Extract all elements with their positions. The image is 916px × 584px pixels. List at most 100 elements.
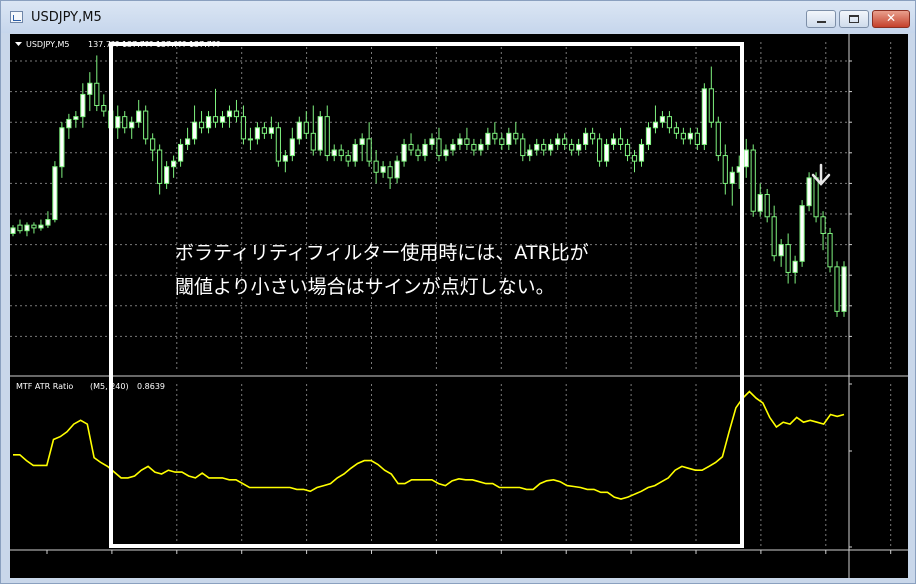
candle-body [701,88,707,145]
candle-body [694,132,700,145]
candle-body [401,143,407,162]
annotation-line-1: ボラティリティフィルター使用時には、ATR比が [175,242,589,264]
candle-body [785,244,791,273]
candle-body [778,244,784,257]
candle-body [513,132,519,140]
candle-body [17,224,23,232]
candle-body [429,138,435,145]
candle-body [806,177,812,207]
title-bar[interactable]: USDJPY,M5 [1,1,915,33]
candle-body [820,216,826,234]
chart-area[interactable]: USDJPY,M5 137.7?? 137.7?? 137.??? 137.7?… [10,34,908,578]
candle-body [652,121,659,129]
candle-body [666,116,673,129]
candle-body [352,143,358,162]
candle-body [631,155,638,162]
candle-body [722,155,728,184]
minimize-button[interactable] [806,10,836,28]
candle-body [569,143,575,151]
candle-body [541,143,547,151]
candle-body [10,227,16,234]
candle-body [603,143,610,162]
candle-body [178,143,184,162]
candle-body [422,143,428,157]
candle-body [310,132,316,151]
candle-body [31,224,37,229]
candle-body [757,194,763,212]
candle-body [317,116,323,151]
candle-body [80,93,86,118]
candle-body [122,116,128,129]
candle-body [191,121,198,140]
candle-body [478,143,484,151]
candle-body [87,82,93,95]
candle-body [680,132,686,140]
triangle-down-icon[interactable] [15,42,22,46]
candle-body [373,160,379,173]
candle-body [408,143,414,151]
candle-body [380,166,386,173]
candle-body [520,138,526,157]
candle-body [150,138,156,151]
main-header-symbol: USDJPY,M5 [26,40,70,49]
candle-body [101,105,107,112]
candle-body [303,121,309,134]
candle-body [282,155,288,162]
candle-body [212,116,219,123]
candle-body [289,138,295,157]
candle-body [645,127,652,145]
candle-body [708,88,714,123]
candle-body [471,143,477,151]
candle-body [813,177,819,218]
terminal-window: USDJPY,M5 USDJPY,M5 137.7?? 137.7?? 137.… [0,0,916,584]
candle-body [331,149,337,157]
chart-window-icon [10,11,23,23]
candle-body [233,110,240,118]
candle-body [841,266,847,312]
candle-body [143,110,149,140]
candle-body [527,149,533,157]
candle-body [436,138,442,157]
candle-body [268,127,274,134]
indicator-header-value: 0.8639 [137,382,165,391]
candle-body [338,149,344,157]
candle-body [359,138,365,145]
candle-body [164,166,170,184]
candle-body [129,121,135,129]
candle-body [743,149,749,168]
candle-body [94,82,100,107]
candle-body [24,224,30,232]
candle-body [499,138,505,145]
candle-body [115,116,121,129]
candle-body [492,132,498,140]
candle-body [687,132,693,140]
candle-body [764,194,770,218]
candle-body [485,132,491,145]
candle-body [366,138,372,162]
candle-body [136,110,142,123]
candle-body [324,116,330,157]
close-button[interactable] [872,10,910,28]
candle-body [261,127,267,134]
candle-body [799,205,805,262]
candle-body [596,138,603,162]
candle-body [443,149,449,157]
candle-body [240,116,247,140]
atr-ratio-line [13,390,845,500]
candle-body [247,138,254,141]
candle-body [750,149,756,212]
candle-body [464,138,470,145]
candle-body [45,219,51,226]
window-title: USDJPY,M5 [31,10,102,25]
candle-body [275,127,281,162]
candle-body [827,232,833,268]
candle-body [226,110,233,118]
candle-body [555,138,561,145]
candle-body [729,171,735,184]
candle-body [673,127,679,134]
chart-canvas[interactable]: USDJPY,M5 137.7?? 137.7?? 137.??? 137.7?… [10,34,908,578]
candle-body [548,143,554,151]
candle-body [205,116,212,129]
candle-body [506,132,512,145]
maximize-button[interactable] [839,10,869,28]
